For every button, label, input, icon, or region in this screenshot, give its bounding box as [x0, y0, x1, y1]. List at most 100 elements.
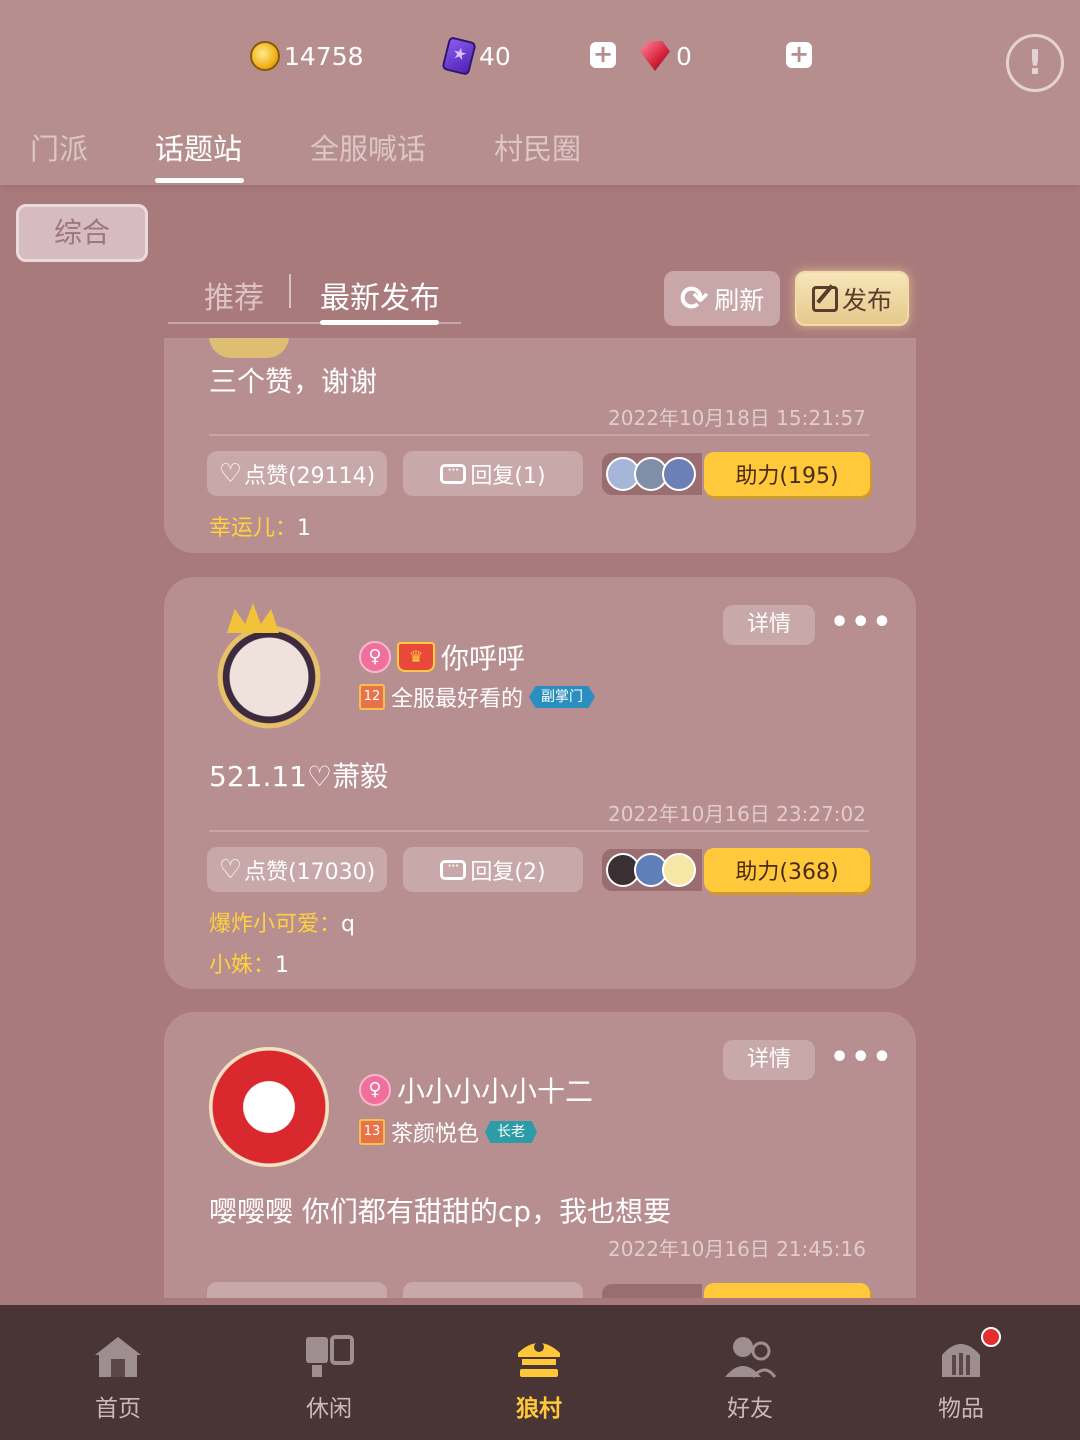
avatar-frame-fragment	[209, 338, 289, 358]
notification-dot	[981, 1327, 1001, 1347]
avatar	[662, 853, 696, 887]
post-feed[interactable]: 三个赞，谢谢 2022年10月18日 15:21:57 ♡ 点赞(29114) …	[0, 338, 1080, 1298]
coin-balance: 14758	[250, 36, 364, 76]
assist-button[interactable]: 助力(368)	[704, 848, 870, 892]
avatar	[662, 457, 696, 491]
role-badge: 副掌门	[529, 686, 596, 708]
comment-text: 1	[297, 516, 312, 541]
nav-friends[interactable]: 好友	[690, 1305, 810, 1440]
like-button[interactable]	[207, 1282, 387, 1298]
friends-icon	[725, 1337, 777, 1379]
gem-count: 0	[676, 41, 692, 71]
info-icon[interactable]: !	[1006, 34, 1064, 92]
comment: 爆炸小可爱：q	[209, 906, 355, 938]
wolf-village-icon	[518, 1342, 560, 1377]
publish-button[interactable]: 发布	[795, 271, 909, 326]
add-gems-button[interactable]: +	[786, 42, 812, 68]
username-row: ♀ ♛ 你呼呼	[359, 637, 525, 677]
items-icon	[942, 1344, 980, 1377]
username[interactable]: 小小小小小十二	[397, 1070, 593, 1110]
subtab-recommended[interactable]: 推荐	[204, 273, 264, 317]
tab-server-shout[interactable]: 全服喊话	[310, 126, 426, 168]
card-icon	[441, 36, 477, 76]
nav-friends-label: 好友	[727, 1396, 773, 1422]
post-card: 三个赞，谢谢 2022年10月18日 15:21:57 ♡ 点赞(29114) …	[164, 338, 916, 553]
sect-row: 12 全服最好看的 副掌门	[359, 681, 596, 713]
role-badge: 长老	[485, 1121, 538, 1143]
avatar[interactable]	[209, 603, 329, 737]
active-subtab-indicator	[320, 320, 439, 325]
post-content: 521.11♡萧毅	[209, 760, 389, 793]
username[interactable]: 你呼呼	[441, 637, 525, 677]
gem-balance: 0	[640, 36, 692, 76]
crown-icon: ♛	[397, 642, 435, 672]
comment-user: 爆炸小可爱：	[209, 912, 342, 937]
active-tab-indicator	[155, 178, 244, 183]
female-icon: ♀	[359, 1074, 391, 1106]
nav-wolf-village[interactable]: 狼村	[479, 1305, 599, 1440]
post-time: 2022年10月18日 15:21:57	[608, 406, 866, 430]
more-options-icon[interactable]: •••	[830, 605, 894, 640]
post-content: 嘤嘤嘤 你们都有甜甜的cp，我也想要	[209, 1195, 672, 1228]
post-divider	[209, 434, 869, 436]
heart-icon: ♡	[218, 458, 243, 489]
refresh-label: 刷新	[714, 285, 765, 315]
tab-villager-circle[interactable]: 村民圈	[494, 126, 581, 168]
add-cards-button[interactable]: +	[590, 42, 616, 68]
post-time: 2022年10月16日 21:45:16	[608, 1237, 866, 1261]
comment-icon: ···	[440, 859, 467, 880]
assist-button[interactable]	[704, 1283, 870, 1298]
comment: 小姝：1	[209, 947, 289, 979]
username-row: ♀ 小小小小小十二	[359, 1070, 593, 1110]
helper-avatars	[602, 849, 702, 891]
reply-button[interactable]: ··· 回复(1)	[403, 451, 583, 496]
like-label: 点赞(29114)	[244, 463, 376, 489]
reply-button[interactable]: ··· 回复(2)	[403, 847, 583, 892]
post-divider	[209, 830, 869, 832]
comment-user: 小姝：	[209, 953, 276, 978]
bottom-nav: 首页 休闲 狼村 好友 物品	[0, 1305, 1080, 1440]
nav-wolf-village-label: 狼村	[516, 1396, 562, 1422]
refresh-icon: ⟳	[679, 278, 709, 319]
comment: 幸运儿：1	[209, 510, 311, 542]
coin-count: 14758	[284, 41, 364, 71]
post-time: 2022年10月16日 23:27:02	[608, 802, 866, 826]
publish-label: 发布	[841, 285, 892, 315]
nav-items[interactable]: 物品	[901, 1305, 1021, 1440]
assist-button[interactable]: 助力(195)	[704, 452, 870, 496]
reply-label: 回复(2)	[470, 859, 546, 885]
nav-leisure[interactable]: 休闲	[269, 1305, 389, 1440]
edit-icon	[811, 285, 838, 312]
helper-avatars	[602, 453, 702, 495]
nav-home-label: 首页	[95, 1396, 141, 1422]
reply-button[interactable]	[403, 1282, 583, 1298]
leisure-icon	[306, 1335, 354, 1377]
female-icon: ♀	[359, 641, 391, 673]
category-general-button[interactable]: 综合	[16, 204, 148, 262]
tab-topic-station[interactable]: 话题站	[155, 126, 242, 168]
refresh-button[interactable]: ⟳ 刷新	[664, 271, 780, 326]
comment-user: 幸运儿：	[209, 516, 298, 541]
nav-items-label: 物品	[938, 1396, 984, 1422]
more-options-icon[interactable]: •••	[830, 1040, 894, 1075]
detail-button[interactable]: 详情	[723, 605, 815, 645]
subtab-latest[interactable]: 最新发布	[320, 273, 440, 317]
nav-leisure-label: 休闲	[306, 1396, 352, 1422]
top-bar: 14758 40 + 0 + ! 门派 话题站 全服喊话 村民圈	[0, 0, 1080, 185]
like-button[interactable]: ♡ 点赞(29114)	[207, 451, 387, 496]
gem-icon	[640, 41, 670, 71]
heart-icon: ♡	[218, 854, 243, 885]
post-content: 三个赞，谢谢	[209, 365, 378, 398]
comment-icon: ···	[440, 463, 467, 484]
detail-button[interactable]: 详情	[723, 1040, 815, 1080]
post-card: 详情 ••• ♀ 小小小小小十二 13 茶颜悦色 长老 嘤嘤嘤 你们都有甜甜的c…	[164, 1012, 916, 1298]
like-button[interactable]: ♡ 点赞(17030)	[207, 847, 387, 892]
sect-name: 茶颜悦色	[391, 1122, 480, 1147]
tab-sect[interactable]: 门派	[30, 126, 88, 168]
nav-home[interactable]: 首页	[58, 1305, 178, 1440]
card-balance: 40	[441, 36, 511, 76]
avatar[interactable]	[209, 1047, 329, 1167]
helper-avatars	[602, 1284, 702, 1298]
card-count: 40	[479, 41, 511, 71]
like-label: 点赞(17030)	[244, 859, 376, 885]
